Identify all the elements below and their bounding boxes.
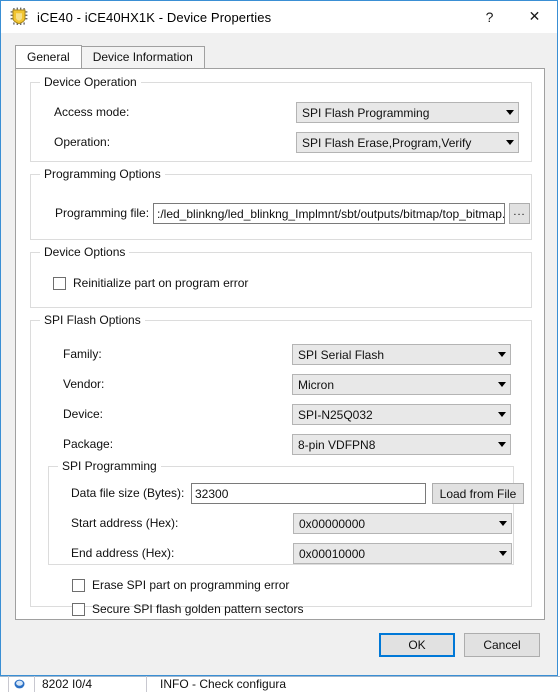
erase-spi-part-checkbox-row[interactable]: Erase SPI part on programming error xyxy=(72,578,289,592)
device-dropdown[interactable]: SPI-N25Q032 xyxy=(292,404,511,425)
family-dropdown[interactable]: SPI Serial Flash xyxy=(292,344,511,365)
group-device-options: Device Options Reinitialize part on prog… xyxy=(30,245,532,308)
background-log-row: 8202 I0/4 INFO - Check configura xyxy=(0,676,560,692)
tab-device-information[interactable]: Device Information xyxy=(80,46,205,68)
help-button[interactable]: ? xyxy=(467,1,512,32)
vendor-label: Vendor: xyxy=(63,377,105,391)
start-address-dropdown[interactable]: 0x00000000 xyxy=(293,513,512,534)
dialog-title: iCE40 - iCE40HX1K - Device Properties xyxy=(37,9,272,25)
vendor-dropdown[interactable]: Micron xyxy=(292,374,511,395)
group-device-operation: Device Operation Access mode: SPI Flash … xyxy=(30,75,532,162)
load-from-file-button[interactable]: Load from File xyxy=(432,483,524,504)
family-label: Family: xyxy=(63,347,102,361)
end-address-value: 0x00010000 xyxy=(299,546,366,561)
tab-strip: General Device Information xyxy=(15,45,557,68)
family-value: SPI Serial Flash xyxy=(298,347,385,362)
chevron-down-icon xyxy=(493,352,510,357)
start-address-value: 0x00000000 xyxy=(299,516,366,531)
operation-value: SPI Flash Erase,Program,Verify xyxy=(302,135,472,150)
chevron-down-icon xyxy=(501,110,518,115)
end-address-dropdown[interactable]: 0x00010000 xyxy=(293,543,512,564)
chevron-down-icon xyxy=(494,521,511,526)
start-address-label: Start address (Hex): xyxy=(71,516,179,530)
access-mode-label: Access mode: xyxy=(54,105,130,119)
vendor-value: Micron xyxy=(298,377,335,392)
tab-page-general: Device Operation Access mode: SPI Flash … xyxy=(15,68,545,620)
reinitialize-part-checkbox-row[interactable]: Reinitialize part on program error xyxy=(53,276,248,290)
group-spi-programming: SPI Programming Data file size (Bytes): … xyxy=(48,459,524,565)
chevron-down-icon xyxy=(494,551,511,556)
device-label: Device: xyxy=(63,407,104,421)
tab-general[interactable]: General xyxy=(15,45,82,68)
package-label: Package: xyxy=(63,437,114,451)
access-mode-value: SPI Flash Programming xyxy=(302,105,430,120)
data-file-size-input[interactable]: 32300 xyxy=(191,483,426,504)
reinitialize-part-label: Reinitialize part on program error xyxy=(73,276,249,290)
background-row-icon xyxy=(14,679,25,689)
package-dropdown[interactable]: 8-pin VDFPN8 xyxy=(292,434,511,455)
dialog-footer: OK Cancel xyxy=(1,621,557,675)
device-value: SPI-N25Q032 xyxy=(298,407,373,422)
browse-file-button[interactable]: ... xyxy=(509,203,530,224)
chevron-down-icon xyxy=(501,140,518,145)
programming-file-input[interactable]: :/led_blinkng/led_blinkng_Implmnt/sbt/ou… xyxy=(153,203,505,224)
background-column-separator xyxy=(34,676,35,692)
secure-spi-flash-checkbox-row[interactable]: Secure SPI flash golden pattern sectors xyxy=(72,602,303,616)
ok-button[interactable]: OK xyxy=(379,633,455,657)
programming-file-label: Programming file: xyxy=(55,206,150,220)
group-device-options-legend: Device Options xyxy=(40,245,130,259)
access-mode-dropdown[interactable]: SPI Flash Programming xyxy=(296,102,519,123)
package-value: 8-pin VDFPN8 xyxy=(298,437,376,452)
chevron-down-icon xyxy=(493,412,510,417)
group-spi-flash-options-legend: SPI Flash Options xyxy=(40,313,145,327)
erase-spi-part-checkbox[interactable] xyxy=(72,578,85,592)
group-spi-programming-legend: SPI Programming xyxy=(58,459,161,473)
titlebar-buttons: ? ✕ xyxy=(467,1,557,33)
cancel-button[interactable]: Cancel xyxy=(464,633,540,657)
erase-spi-part-label: Erase SPI part on programming error xyxy=(92,578,290,592)
dialog-titlebar[interactable]: iCE40 - iCE40HX1K - Device Properties ? … xyxy=(1,1,557,33)
group-spi-flash-options: SPI Flash Options Family: SPI Serial Fla… xyxy=(30,313,532,616)
end-address-label: End address (Hex): xyxy=(71,546,175,560)
chip-icon xyxy=(10,7,28,25)
background-log-col1: 8202 I0/4 xyxy=(42,677,93,691)
secure-spi-flash-checkbox[interactable] xyxy=(72,602,85,616)
secure-spi-flash-label: Secure SPI flash golden pattern sectors xyxy=(92,602,304,616)
group-device-operation-legend: Device Operation xyxy=(40,75,141,89)
background-column-separator xyxy=(8,676,9,692)
operation-label: Operation: xyxy=(54,135,111,149)
group-programming-options: Programming Options Programming file: :/… xyxy=(30,167,532,240)
device-properties-dialog: iCE40 - iCE40HX1K - Device Properties ? … xyxy=(0,0,558,676)
operation-dropdown[interactable]: SPI Flash Erase,Program,Verify xyxy=(296,132,519,153)
chevron-down-icon xyxy=(493,382,510,387)
background-column-separator xyxy=(146,676,147,692)
chevron-down-icon xyxy=(493,442,510,447)
group-programming-options-legend: Programming Options xyxy=(40,167,165,181)
data-file-size-label: Data file size (Bytes): xyxy=(71,486,185,500)
reinitialize-part-checkbox[interactable] xyxy=(53,276,66,290)
background-log-col2: INFO - Check configura xyxy=(160,677,287,691)
close-icon[interactable]: ✕ xyxy=(512,1,557,32)
